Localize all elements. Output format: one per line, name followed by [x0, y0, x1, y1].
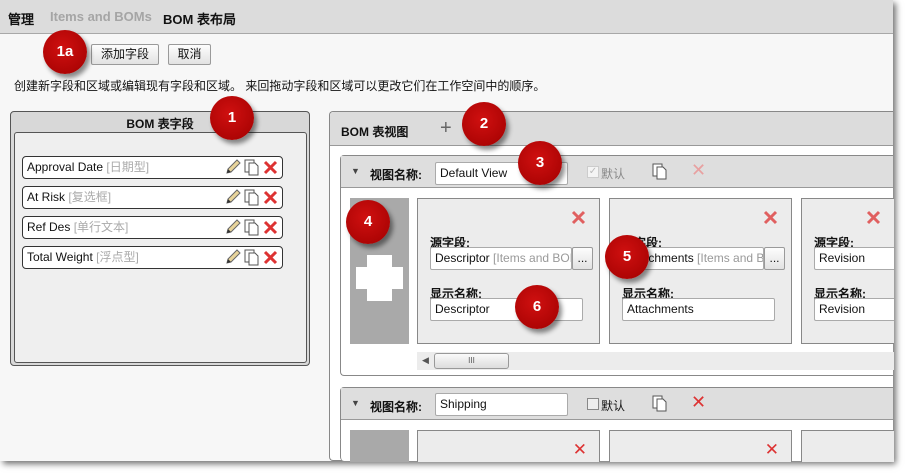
edit-pencil-icon[interactable] [224, 159, 241, 176]
browse-source-button[interactable]: ... [764, 247, 785, 270]
display-name-input[interactable]: Attachments [622, 298, 775, 321]
field-name: Ref Des [27, 220, 71, 234]
field-type: [复选框] [68, 190, 112, 204]
source-field-input[interactable]: Revision [814, 247, 894, 270]
collapse-triangle-icon[interactable]: ▼ [351, 398, 360, 408]
copy-icon[interactable] [243, 219, 260, 236]
field-item[interactable]: Approval Date [日期型] [22, 156, 283, 179]
horizontal-scrollbar[interactable]: ◀ III [417, 352, 894, 370]
callout-badge: 5 [605, 235, 649, 279]
default-checkbox[interactable]: ✓ [587, 166, 599, 178]
view-shipping: ▼ 视图名称: Shipping 默认 ✕ ✕ ✕ [340, 387, 894, 462]
callout-badge: 3 [518, 141, 562, 185]
view-name-input[interactable]: Shipping [435, 393, 568, 416]
display-name-input[interactable]: Revision [814, 298, 894, 321]
views-panel-title: BOM 表视图 [341, 125, 409, 139]
callout-badge: 1 [210, 96, 254, 140]
default-label: 默认 [601, 167, 626, 181]
copy-view-icon[interactable] [651, 395, 668, 415]
callout-badge: 4 [346, 200, 390, 244]
scroll-thumb[interactable]: III [434, 353, 509, 369]
delete-icon[interactable] [262, 249, 279, 266]
add-column-button[interactable] [350, 430, 409, 462]
source-field-input[interactable]: Descriptor [Items and BOMs] [430, 247, 572, 270]
default-checkbox[interactable] [587, 398, 599, 410]
view-name-label: 视图名称: [370, 168, 422, 182]
column-card[interactable]: 源字段: Descriptor [Items and BOMs] ... 显示名… [417, 198, 600, 344]
description-text: 创建新字段和区域或编辑现有字段和区域。 来回拖动字段和区域可以更改它们在工作空间… [14, 79, 546, 93]
delete-column-icon[interactable] [865, 209, 882, 226]
column-card [801, 430, 894, 462]
breadcrumb-current: BOM 表布局 [163, 12, 236, 27]
add-field-button[interactable]: 添加字段 [91, 44, 159, 65]
breadcrumb: 管理 Items and BOMs BOM 表布局 [0, 0, 893, 34]
edit-pencil-icon[interactable] [224, 249, 241, 266]
default-label: 默认 [601, 399, 626, 413]
field-type: [单行文本] [73, 220, 129, 234]
delete-column-icon[interactable] [570, 209, 587, 226]
callout-badge: 2 [462, 102, 506, 146]
field-type: [日期型] [106, 160, 150, 174]
display-name-input[interactable]: Descriptor [430, 298, 583, 321]
delete-column-icon[interactable]: ✕ [765, 440, 779, 460]
view-header: ▼ 视图名称: Shipping 默认 ✕ [341, 388, 893, 420]
callout-badge: 6 [515, 285, 559, 329]
collapse-triangle-icon[interactable]: ▼ [351, 166, 360, 176]
edit-pencil-icon[interactable] [224, 219, 241, 236]
delete-icon[interactable] [262, 159, 279, 176]
field-type: [浮点型] [96, 250, 139, 264]
copy-icon[interactable] [243, 159, 260, 176]
field-item[interactable]: Ref Des [单行文本] [22, 216, 283, 239]
view-header: ▼ 视图名称: Default View ✓ 默认 ✕ [341, 156, 893, 188]
field-name: Approval Date [27, 160, 104, 174]
column-card: ✕ [609, 430, 792, 462]
add-view-plus-icon[interactable]: + [440, 117, 452, 140]
delete-column-icon[interactable]: ✕ [573, 440, 587, 460]
callout-badge: 1a [43, 30, 87, 74]
delete-icon[interactable] [262, 219, 279, 236]
browse-source-button[interactable]: ... [572, 247, 593, 270]
delete-icon[interactable] [262, 189, 279, 206]
scroll-left-icon[interactable]: ◀ [422, 355, 429, 366]
field-item[interactable]: Total Weight [浮点型] [22, 246, 283, 269]
fields-panel-title: BOM 表字段 [126, 117, 194, 131]
field-name: At Risk [27, 190, 66, 204]
cancel-button[interactable]: 取消 [168, 44, 211, 65]
delete-view-icon[interactable]: ✕ [691, 392, 706, 413]
delete-view-icon[interactable]: ✕ [691, 160, 706, 181]
column-card[interactable]: 源字段: Revision ... 显示名称: Revision [801, 198, 894, 344]
copy-view-icon[interactable] [651, 163, 668, 183]
breadcrumb-section[interactable]: Items and BOMs [50, 9, 152, 24]
edit-pencil-icon[interactable] [224, 189, 241, 206]
copy-icon[interactable] [243, 249, 260, 266]
field-item[interactable]: At Risk [复选框] [22, 186, 283, 209]
view-name-label: 视图名称: [370, 400, 422, 414]
field-name: Total Weight [27, 250, 93, 264]
delete-column-icon[interactable] [762, 209, 779, 226]
breadcrumb-root[interactable]: 管理 [8, 9, 34, 28]
copy-icon[interactable] [243, 189, 260, 206]
column-card: ✕ [417, 430, 600, 462]
bom-layout-page: 管理 Items and BOMs BOM 表布局 添加字段 取消 创建新字段和… [0, 0, 894, 462]
